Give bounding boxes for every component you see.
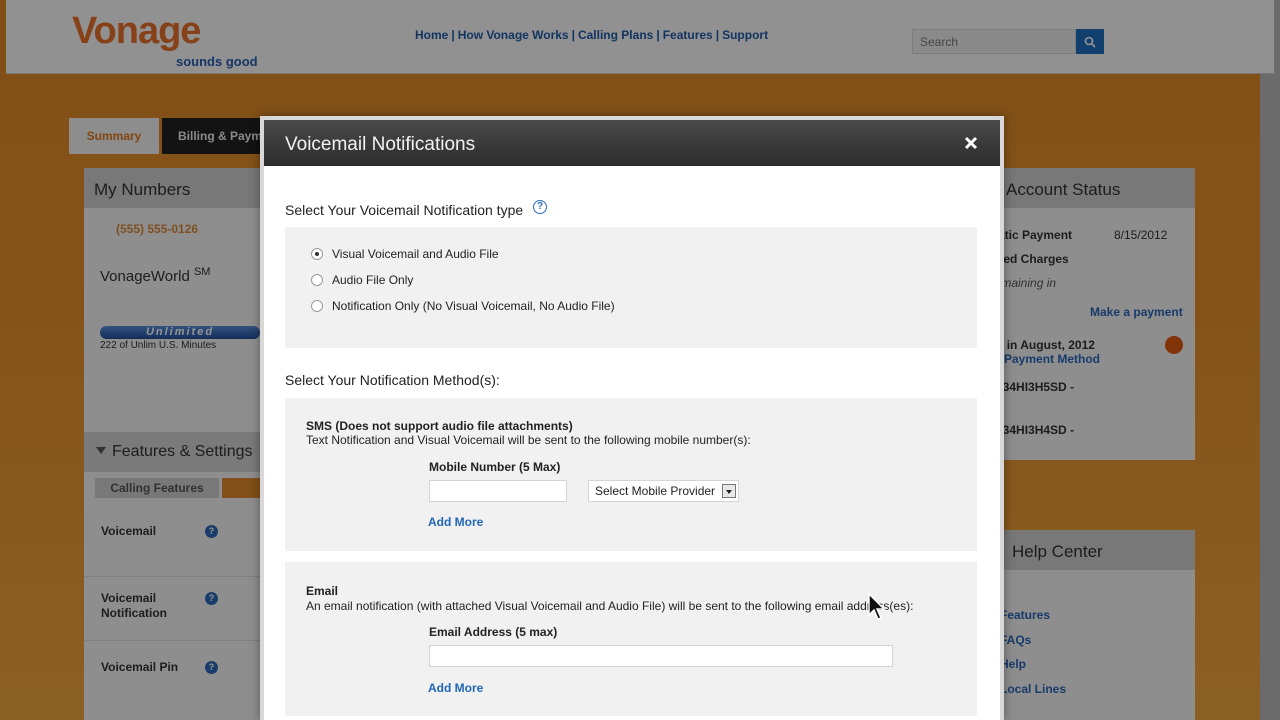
mobile-number-input[interactable] [429, 480, 567, 502]
email-panel: Email An email notification (with attach… [285, 562, 977, 716]
sms-panel: SMS (Does not support audio file attachm… [285, 398, 977, 551]
email-address-label: Email Address (5 max) [429, 625, 558, 639]
close-button[interactable] [961, 133, 981, 153]
radio-label: Audio File Only [332, 273, 414, 287]
voicemail-notifications-modal: Voicemail Notifications Select Your Voic… [260, 116, 1004, 720]
sms-title: SMS (Does not support audio file attachm… [306, 419, 573, 433]
radio-button[interactable] [311, 274, 323, 286]
type-option-notification-only[interactable]: Notification Only (No Visual Voicemail, … [311, 299, 615, 313]
type-option-visual-voicemail-audio[interactable]: Visual Voicemail and Audio File [311, 247, 499, 261]
chevron-down-icon [722, 484, 736, 498]
notification-type-panel: Visual Voicemail and Audio File Audio Fi… [285, 227, 977, 348]
modal-title: Voicemail Notifications [285, 134, 476, 155]
sms-add-more-link[interactable]: Add More [428, 515, 483, 529]
radio-label: Notification Only (No Visual Voicemail, … [332, 299, 615, 313]
notification-type-title: Select Your Voicemail Notification type [285, 202, 524, 218]
notification-type-help-icon[interactable]: ? [533, 200, 547, 214]
email-title: Email [306, 584, 339, 598]
mobile-provider-select[interactable]: Select Mobile Provider [588, 480, 739, 502]
mouse-pointer-icon [868, 593, 886, 620]
modal-header: Voicemail Notifications [264, 120, 1000, 166]
type-option-audio-file-only[interactable]: Audio File Only [311, 273, 413, 287]
notification-method-title: Select Your Notification Method(s): [285, 372, 500, 388]
radio-button[interactable] [311, 300, 323, 312]
sms-description: Text Notification and Visual Voicemail w… [306, 433, 751, 447]
radio-label: Visual Voicemail and Audio File [332, 247, 499, 261]
close-icon [964, 136, 978, 150]
email-description: An email notification (with attached Vis… [306, 599, 914, 613]
mobile-number-label: Mobile Number (5 Max) [429, 460, 561, 474]
radio-button[interactable] [311, 248, 323, 260]
mobile-provider-selected: Select Mobile Provider [595, 484, 716, 498]
email-add-more-link[interactable]: Add More [428, 681, 483, 695]
email-address-input[interactable] [429, 645, 893, 667]
